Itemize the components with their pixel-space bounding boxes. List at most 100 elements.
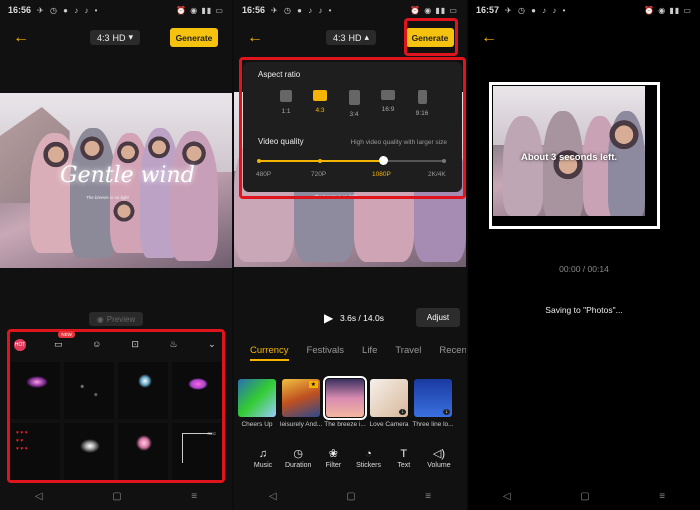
tab-currency[interactable]: Currency [250,345,289,361]
template-list: Cheers Up ★ leisurely And... The breeze … [238,376,454,428]
tool-text[interactable]: T Text [389,448,419,469]
landscape-icon [313,90,327,101]
ratio-label: 4:3 [96,32,110,43]
system-nav-bar: ◁ ▢ ≡ [0,482,232,510]
effects-grid: ♥ ♥ ♥ ♥ ♥ ♥ ♥ ♥ REC [10,362,222,480]
template-item[interactable]: ★ leisurely And... [280,379,322,428]
tiktok-icon [417,90,427,104]
download-icon: ↓ [399,409,406,415]
collapse-button[interactable]: ⌄ [202,339,222,350]
status-bar: 16:56 ✈ ◷ ● ♪ ♪ • ⏰ ◉ ▮▮ ▭ [234,0,466,20]
text-icon: T [400,448,408,460]
nav-home-icon[interactable]: ▢ [580,491,589,502]
effect-bokeh[interactable] [64,423,114,480]
aspect-option-16-9[interactable]: 16:9 [378,90,398,118]
effect-glow[interactable] [118,423,168,480]
quality-stop [442,159,446,163]
tab-ice-cream[interactable]: ♨ [164,339,184,350]
notification-icons: ✈ ◷ ● ♪ ♪ • [505,5,568,15]
eye-icon: ◉ [96,314,104,324]
nav-menu-icon[interactable]: ≡ [191,491,197,502]
tool-label: Music [253,462,273,469]
nav-back-icon[interactable]: ◁ [269,491,277,502]
saving-time-left: About 3 seconds left. [520,152,618,163]
aspect-option-9-16[interactable]: 9:16 [412,90,432,118]
aspect-option-1-1[interactable]: 1:1 [276,90,296,118]
aspect-label: 16:9 [381,106,395,113]
nav-menu-icon[interactable]: ≡ [659,491,665,502]
template-thumbnail: ↓ [370,379,408,417]
tab-hot[interactable]: HOT [10,338,30,351]
adjust-button[interactable]: Adjust [416,308,460,327]
aspect-label: 4:3 [315,107,325,114]
volume-icon: ◁) [432,448,445,460]
tab-festivals[interactable]: Festivals [307,345,344,361]
status-bar: 16:57 ✈ ◷ ● ♪ ♪ • ⏰ ◉ ▮▮ ▭ [468,0,700,20]
quality-2k-4k[interactable]: 2K/4K [428,171,446,178]
system-nav-bar: ◁ ▢ ≡ [468,482,700,510]
effect-hearts[interactable]: ♥ ♥ ♥ ♥ ♥ ♥ ♥ ♥ [10,423,60,480]
status-bar: 16:56 ✈ ◷ ● ♪ ♪ • ⏰ ◉ ▮▮ ▭ [0,0,232,20]
quality-480p[interactable]: 480P [256,171,271,178]
effects-tab-bar: HOT ▭ NEW ☺ ⊡ ♨ ⌄ [10,330,222,354]
preview-label: Preview [106,314,136,324]
notification-icons: ✈ ◷ ● ♪ ♪ • [271,5,334,15]
template-name: The breeze i... [324,421,366,428]
category-tabs: Currency Festivals Life Travel Recen [250,345,466,361]
tool-label: Volume [427,462,451,469]
back-arrow-icon[interactable]: ← [247,29,263,47]
system-icons: ⏰ ◉ ▮▮ ▭ [410,5,458,15]
nav-back-icon[interactable]: ◁ [503,491,511,502]
system-icons: ⏰ ◉ ▮▮ ▭ [644,5,692,15]
play-icon[interactable]: ▶ [324,311,333,325]
generate-button[interactable]: Generate [170,28,218,47]
clock-icon: ◷ [293,448,303,460]
tool-filter[interactable]: ❀ Filter [318,448,348,469]
quality-720p[interactable]: 720P [311,171,326,178]
tab-life[interactable]: Life [362,345,377,361]
effect-spotlight[interactable] [118,362,168,419]
tool-stickers[interactable]: ◔ Stickers [354,448,384,469]
premium-icon: ★ [308,381,318,388]
tool-volume[interactable]: ◁) Volume [424,448,454,469]
quality-1080p[interactable]: 1080P [372,171,391,178]
screen-editor: 16:56 ✈ ◷ ● ♪ ♪ • ⏰ ◉ ▮▮ ▭ ← 4:3 HD ▾ Ge… [0,0,232,510]
chevron-down-icon: ⌄ [208,338,216,349]
status-time: 16:56 [242,5,266,15]
tool-label: Stickers [356,462,382,469]
nav-home-icon[interactable]: ▢ [346,491,355,502]
title-art: Gentle wind [60,163,195,188]
tool-duration[interactable]: ◷ Duration [283,448,313,469]
ice-cream-icon: ♨ [169,338,178,349]
ratio-quality-dropdown[interactable]: 4:3 HD ▾ [90,30,140,45]
effect-butterfly[interactable] [172,362,222,419]
ratio-quality-dropdown[interactable]: 4:3 HD ▴ [326,30,376,45]
nav-back-icon[interactable]: ◁ [35,491,43,502]
template-item[interactable]: ↓ Love Camera [369,379,409,428]
quality-stop [257,159,261,163]
effect-sparkles[interactable] [64,362,114,419]
tool-label: Filter [325,462,342,469]
tab-cassette[interactable]: ⊡ [125,339,145,350]
effect-galaxy[interactable] [10,362,60,419]
aspect-option-3-4[interactable]: 3:4 [344,90,364,118]
nav-home-icon[interactable]: ▢ [112,491,121,502]
aspect-option-4-3[interactable]: 4:3 [310,90,330,118]
back-arrow-icon[interactable]: ← [13,29,29,47]
back-arrow-icon[interactable]: ← [481,29,497,47]
tab-character[interactable]: ☺ [87,339,107,349]
template-item[interactable]: ↓ Three line lo... [412,379,454,428]
template-item[interactable]: Cheers Up [238,379,276,428]
preview-button[interactable]: ◉ Preview [89,312,143,326]
tab-recent[interactable]: Recen [439,345,466,361]
quality-slider-knob[interactable] [378,156,388,165]
template-item[interactable]: The breeze i... [323,376,367,428]
nav-menu-icon[interactable]: ≡ [425,491,431,502]
tab-message[interactable]: ▭ NEW [48,330,75,350]
effect-rec-frame[interactable]: REC [172,423,222,480]
tab-travel[interactable]: Travel [395,345,421,361]
tool-bar: ♫ Music ◷ Duration ❀ Filter ◔ Stickers T Text… [248,448,454,469]
hot-icon: HOT [13,338,27,351]
tool-music[interactable]: ♫ Music [248,448,278,469]
ratio-label: 4:3 [332,32,346,43]
